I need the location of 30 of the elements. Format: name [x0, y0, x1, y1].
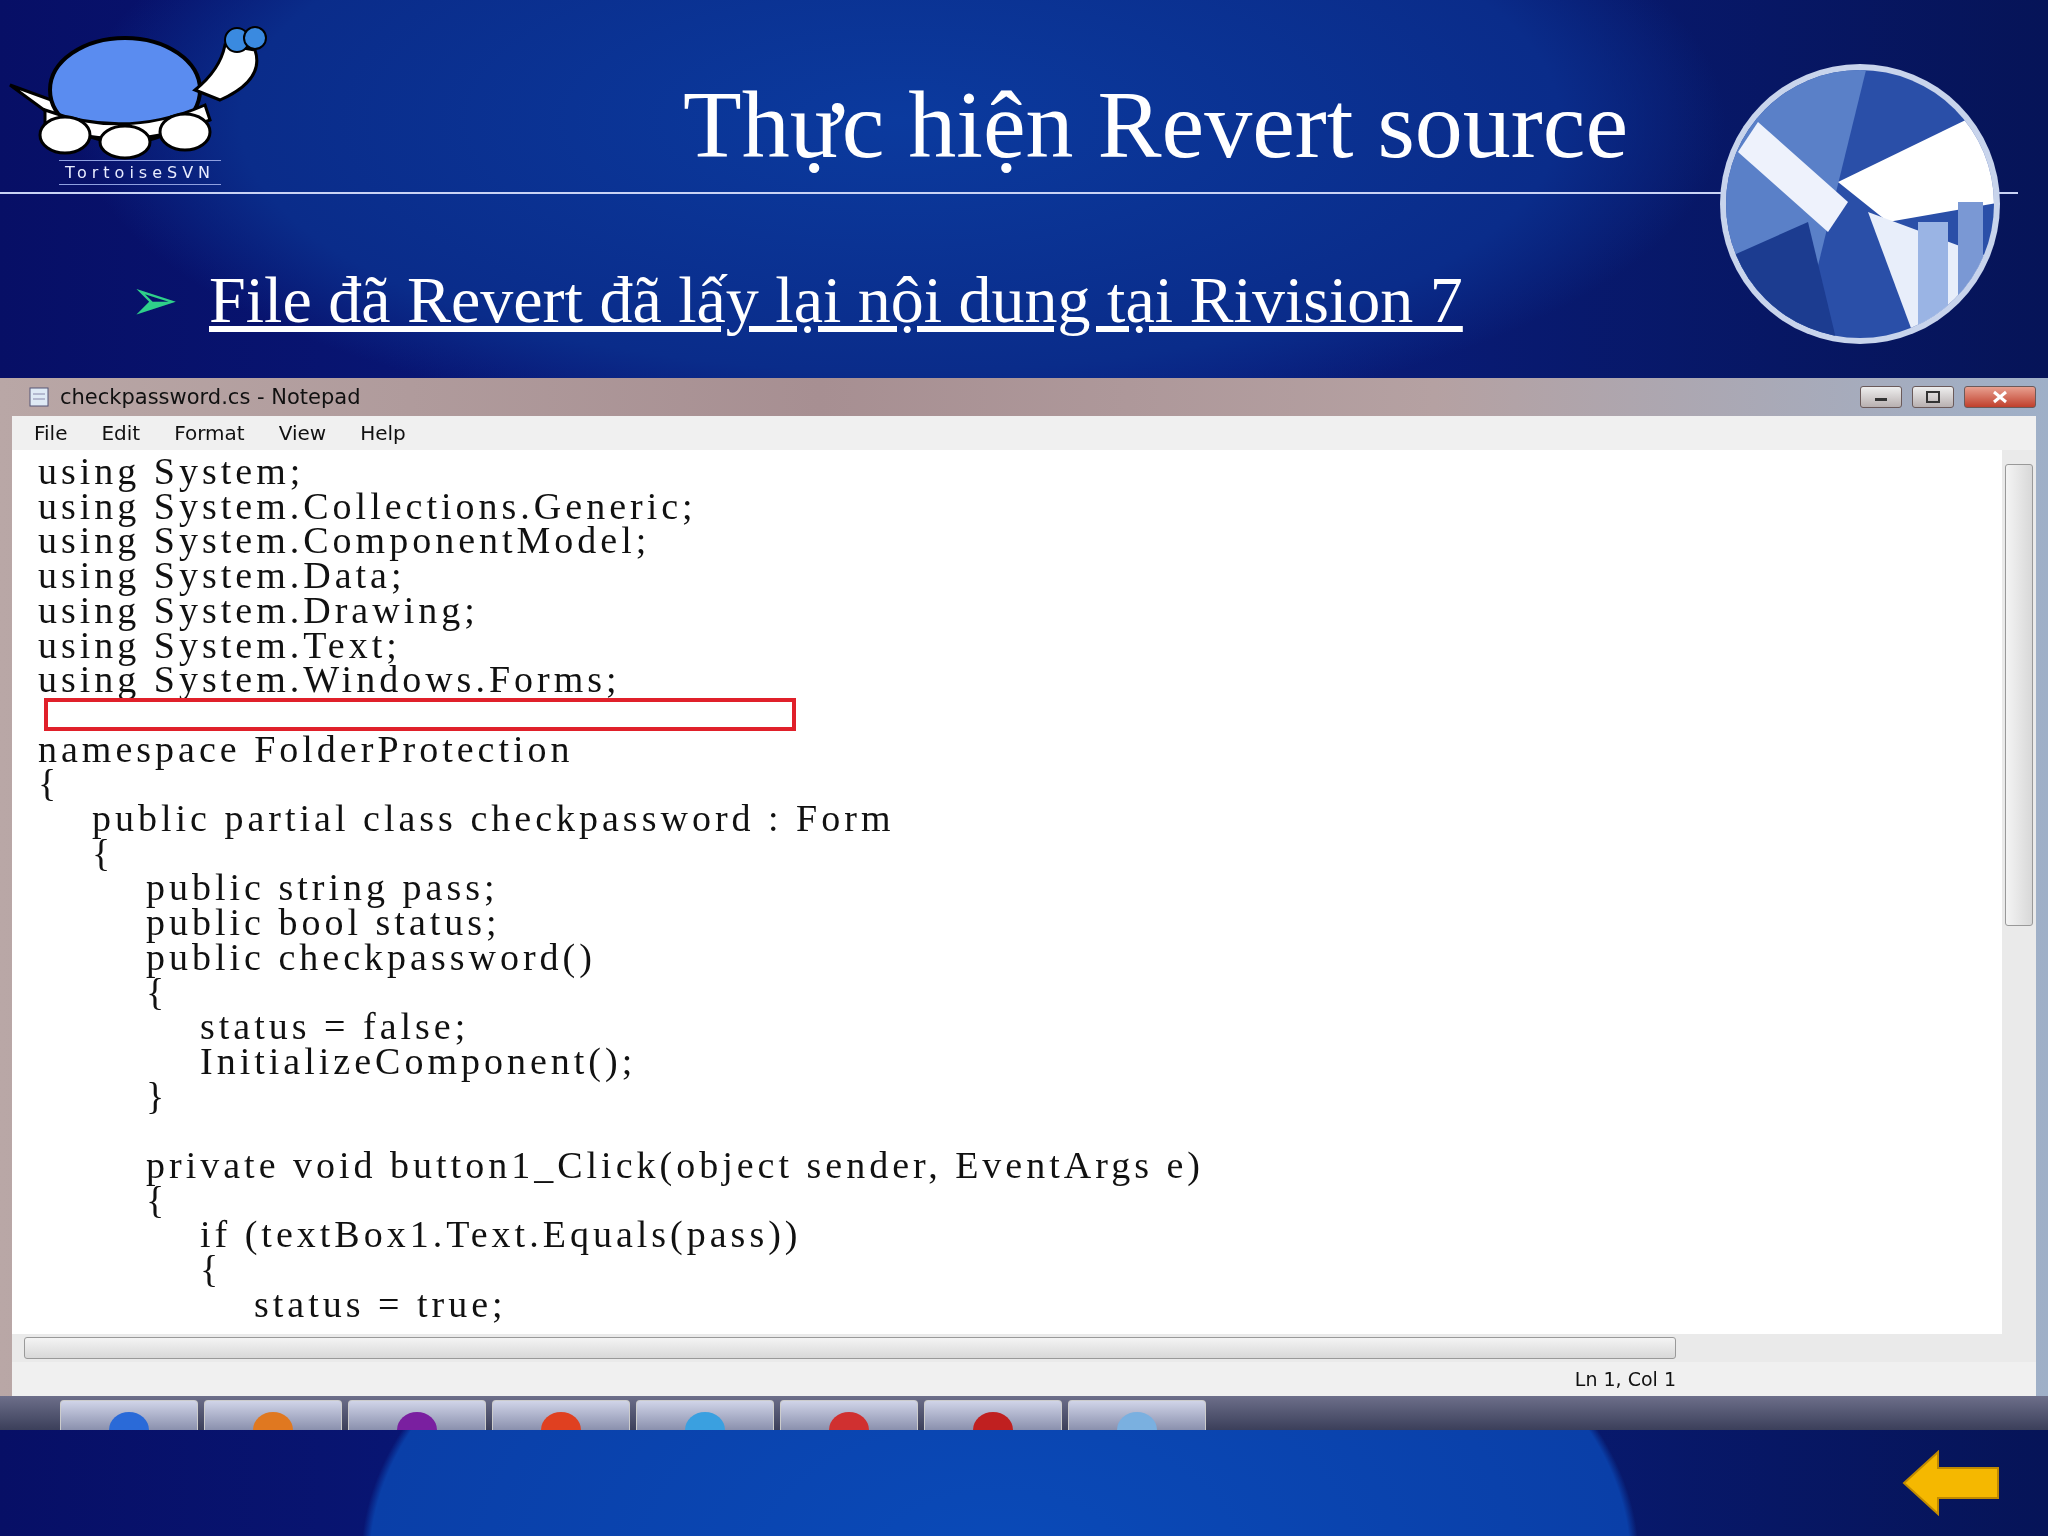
minimize-button[interactable]: [1860, 386, 1902, 408]
close-icon: [1992, 390, 2008, 404]
code-line: }: [145, 1078, 170, 1114]
window-title: checkpassword.cs - Notepad: [60, 385, 361, 409]
maximize-icon: [1926, 391, 1940, 403]
taskbar-button[interactable]: [60, 1400, 198, 1430]
bullet-text: File đã Revert đã lấy lại nội dung tại Rivision 7: [209, 261, 1463, 338]
taskbar-button[interactable]: [348, 1400, 486, 1430]
taskbar-button[interactable]: [780, 1400, 918, 1430]
taskbar-button[interactable]: [924, 1400, 1062, 1430]
code-line: {: [38, 766, 61, 801]
bullet-marker: ➢: [130, 266, 179, 334]
menu-item[interactable]: File: [34, 421, 68, 445]
menu-item[interactable]: Format: [174, 421, 245, 445]
code-line: public string pass;: [145, 870, 500, 906]
menu-item[interactable]: Help: [360, 421, 406, 445]
status-text: Ln 1, Col 1: [1574, 1368, 1676, 1390]
maximize-button[interactable]: [1912, 386, 1954, 408]
code-line: status = false;: [199, 1009, 470, 1044]
code-line: if (textBox1.Text.Equals(pass)): [199, 1217, 803, 1253]
menu-item[interactable]: View: [278, 421, 327, 445]
logo-caption: TortoiseSVN: [58, 160, 222, 185]
code-line: {: [199, 1252, 224, 1287]
slide-title: Thực hiện Revert source: [682, 70, 1629, 178]
menu-item[interactable]: Edit: [101, 421, 141, 445]
taskbar-button[interactable]: [492, 1400, 630, 1430]
close-button[interactable]: [1964, 386, 2036, 408]
code-line: status = true;: [253, 1286, 508, 1322]
notepad-icon: [28, 386, 50, 408]
back-arrow-icon[interactable]: [1902, 1450, 2000, 1516]
